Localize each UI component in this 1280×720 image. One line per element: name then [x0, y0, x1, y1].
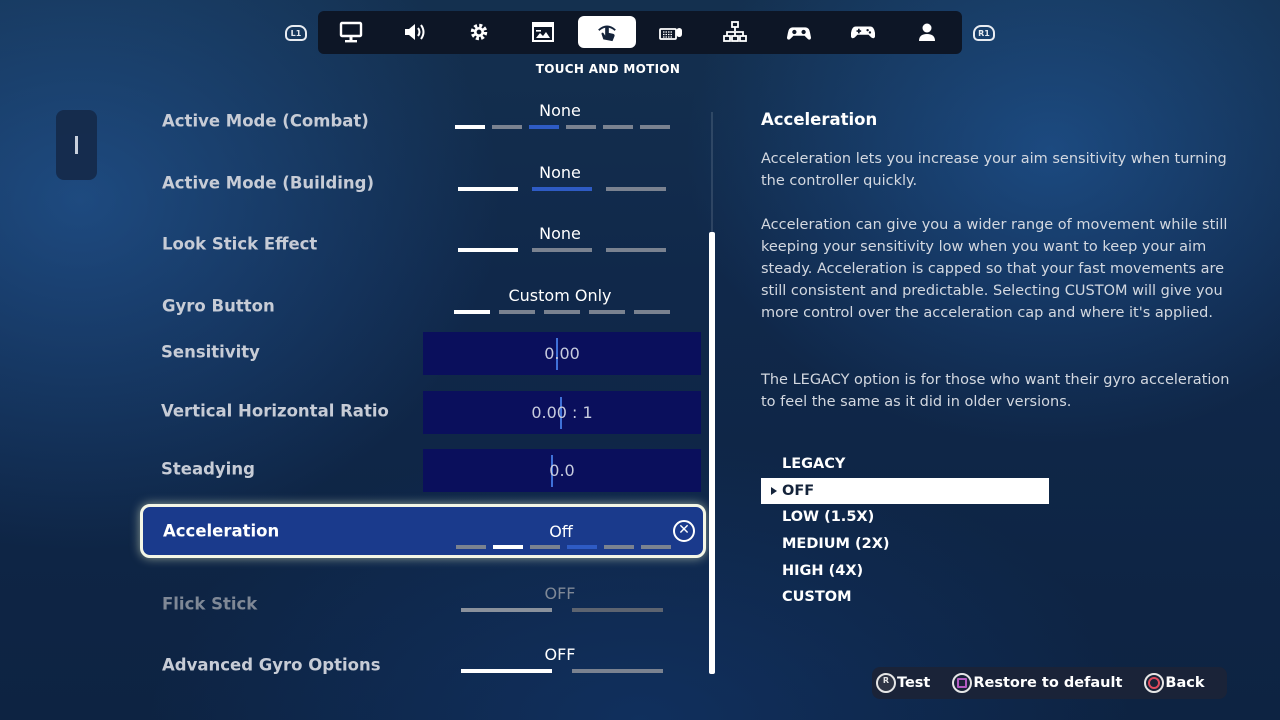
scrollbar-thumb[interactable] [709, 232, 715, 674]
option-low[interactable]: LOW (1.5X) [761, 504, 1049, 531]
setting-label: Active Mode (Building) [162, 173, 375, 193]
speaker-icon [405, 24, 425, 40]
tab-indicator [75, 136, 78, 154]
r1-bumper-icon[interactable]: R1 [973, 25, 995, 41]
setting-label: Vertical Horizontal Ratio [161, 401, 389, 421]
circle-button-icon [1144, 673, 1165, 693]
setting-acceleration[interactable]: Acceleration Off ✕ [140, 504, 706, 558]
gamepad-icon [851, 26, 875, 39]
description-paragraph: The LEGACY option is for those who want … [761, 372, 1230, 410]
setting-label: Acceleration [163, 521, 280, 541]
setting-active-mode-combat[interactable]: Active Mode (Combat) None [140, 93, 706, 149]
setting-label: Active Mode (Combat) [162, 111, 369, 131]
setting-label: Sensitivity [161, 342, 260, 362]
option-indicator [452, 125, 672, 129]
option-indicator [452, 187, 672, 191]
restore-default-button[interactable]: Restore to default [952, 673, 1122, 693]
square-button-icon [952, 673, 973, 693]
setting-label: Flick Stick [162, 594, 258, 614]
option-legacy[interactable]: LEGACY [761, 451, 1049, 478]
hud-icon [532, 22, 554, 42]
test-button[interactable]: R Test [876, 673, 930, 693]
setting-value: None [539, 163, 581, 182]
tab-hud[interactable] [514, 16, 572, 48]
setting-value: Off [549, 522, 573, 541]
steadying-slider[interactable]: 0.0 [423, 449, 701, 492]
setting-active-mode-building[interactable]: Active Mode (Building) None [140, 155, 706, 211]
account-icon [919, 23, 935, 41]
setting-value: OFF [544, 584, 576, 603]
setting-look-stick-effect[interactable]: Look Stick Effect None [140, 216, 706, 272]
setting-vertical-horizontal-ratio[interactable]: Vertical Horizontal Ratio 0.00 : 1 [140, 383, 706, 439]
setting-value: None [539, 101, 581, 120]
description-paragraph: Acceleration can give you a wider range … [761, 217, 1228, 321]
slider-value: 0.0 [549, 461, 575, 480]
controller-gear-icon [787, 27, 811, 40]
slider-value: 0.00 : 1 [531, 403, 593, 422]
touch-motion-icon [598, 25, 616, 42]
right-stick-icon: R [876, 673, 896, 693]
restore-label: Restore to default [973, 675, 1123, 691]
setting-steadying[interactable]: Steadying 0.0 [140, 441, 706, 497]
setting-label: Look Stick Effect [162, 234, 318, 254]
ratio-slider[interactable]: 0.00 : 1 [423, 391, 701, 434]
network-icon [723, 21, 747, 42]
option-off[interactable]: OFF [761, 477, 1049, 505]
setting-label: Steadying [161, 459, 255, 479]
keyboard-mouse-icon [659, 28, 682, 40]
side-panel-tab[interactable] [56, 110, 97, 180]
tab-network[interactable] [706, 16, 764, 48]
option-indicator [452, 669, 672, 673]
tab-account[interactable] [898, 16, 956, 48]
tab-touch-and-motion[interactable] [578, 16, 636, 48]
option-custom[interactable]: CUSTOM [761, 584, 1049, 611]
sensitivity-slider[interactable]: 0.00 [423, 332, 701, 375]
l1-bumper-icon[interactable]: L1 [285, 25, 307, 41]
test-label: Test [897, 675, 931, 691]
option-indicator [452, 608, 672, 612]
tab-keyboard-mouse[interactable] [642, 16, 700, 48]
option-indicator [452, 248, 672, 252]
tab-controller[interactable] [834, 16, 892, 48]
acceleration-options-list: LEGACY OFF LOW (1.5X) MEDIUM (2X) HIGH (… [761, 451, 1049, 611]
setting-value: OFF [544, 645, 576, 664]
setting-advanced-gyro-options[interactable]: Advanced Gyro Options OFF [140, 637, 706, 693]
setting-sensitivity[interactable]: Sensitivity 0.00 [140, 324, 706, 380]
slider-value: 0.00 [544, 344, 580, 363]
monitor-icon [339, 21, 363, 43]
option-indicator [452, 310, 672, 314]
gear-icon [470, 23, 488, 41]
setting-label: Gyro Button [162, 296, 275, 316]
tab-audio[interactable] [386, 16, 444, 48]
description-paragraph: Acceleration lets you increase your aim … [761, 151, 1227, 189]
tab-controller-options[interactable] [770, 16, 828, 48]
setting-value: None [539, 224, 581, 243]
tab-game[interactable] [450, 16, 508, 48]
option-indicator [453, 545, 673, 549]
option-high[interactable]: HIGH (4X) [761, 558, 1049, 585]
option-medium[interactable]: MEDIUM (2X) [761, 531, 1049, 558]
tab-display[interactable] [322, 16, 380, 48]
page-title: TOUCH AND MOTION [535, 62, 681, 76]
setting-flick-stick[interactable]: Flick Stick OFF [140, 576, 706, 632]
back-label: Back [1165, 675, 1205, 691]
description-title: Acceleration [761, 110, 878, 129]
setting-value: Custom Only [508, 286, 612, 305]
setting-label: Advanced Gyro Options [162, 655, 381, 675]
button-prompt-bar: R Test Restore to default Back [872, 667, 1227, 699]
back-button[interactable]: Back [1144, 673, 1204, 693]
cross-button-icon[interactable]: ✕ [673, 520, 695, 542]
